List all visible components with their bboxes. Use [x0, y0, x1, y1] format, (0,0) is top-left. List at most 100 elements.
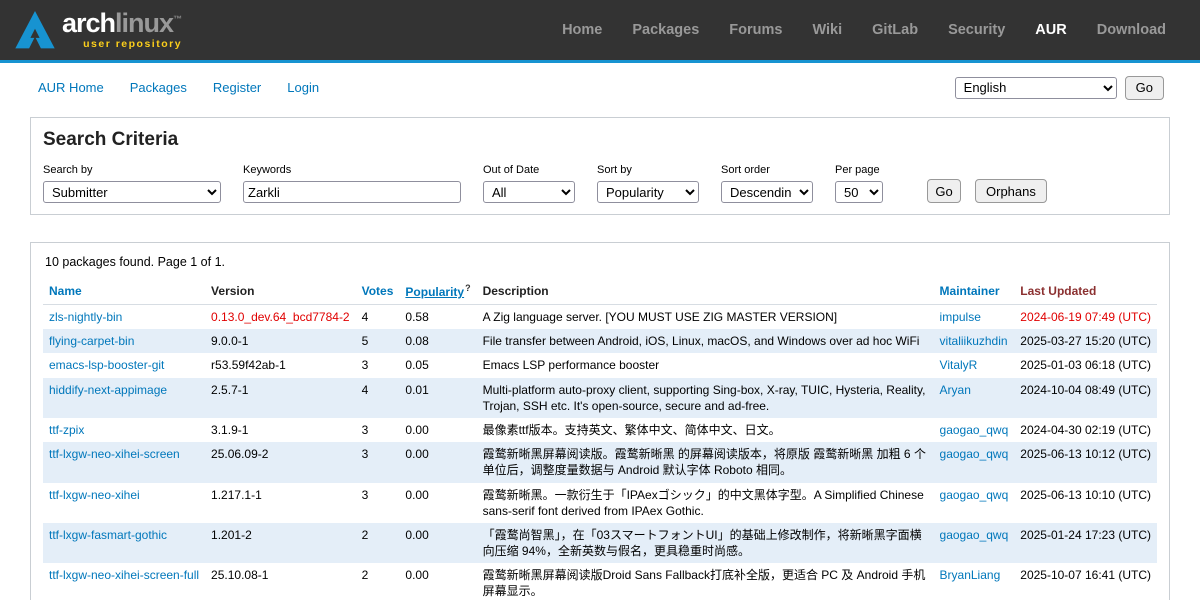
- maintainer-link[interactable]: gaogao_qwq: [940, 447, 1009, 461]
- column-header-popularity[interactable]: Popularity: [405, 285, 464, 299]
- package-votes: 5: [361, 334, 369, 349]
- table-row: zls-nightly-bin 0.13.0_dev.64_bcd7784-2 …: [43, 305, 1157, 330]
- nav-security[interactable]: Security: [948, 22, 1005, 38]
- out-of-date-select[interactable]: All: [483, 181, 575, 203]
- package-popularity: 0.58: [405, 310, 429, 324]
- logo-linux-text: linux: [115, 8, 174, 39]
- search-go-button[interactable]: Go: [927, 179, 961, 203]
- package-last-updated: 2025-06-13 10:12 (UTC): [1020, 447, 1151, 462]
- column-header-last-updated[interactable]: Last Updated: [1020, 284, 1096, 298]
- sort-by-label: Sort by: [597, 164, 632, 176]
- package-description: 霞鹜新晰黑屏幕阅读版Droid Sans Fallback打底补全版，更适合 P…: [482, 568, 926, 599]
- package-votes: 2: [361, 527, 369, 542]
- maintainer-link[interactable]: BryanLiang: [940, 568, 1001, 582]
- package-description: 霞鹜新晰黑屏幕阅读版。霞鹜新晰黑 的屏幕阅读版本，将原版 霞鹜新晰黑 加粗 6 …: [482, 447, 926, 478]
- search-criteria-box: Search Criteria Search by Submitter Keyw…: [30, 117, 1170, 215]
- package-link[interactable]: flying-carpet-bin: [49, 334, 134, 348]
- package-votes: 2: [361, 568, 369, 583]
- package-version: 0.13.0_dev.64_bcd7784-2: [211, 310, 350, 324]
- logo-subtitle: user repository: [83, 38, 183, 51]
- package-votes: 4: [361, 382, 369, 397]
- archlinux-logo[interactable]: archlinux™ user repository: [14, 9, 182, 51]
- maintainer-link[interactable]: VitalyR: [940, 358, 978, 372]
- package-description: 霞鹜新晰黑。一款衍生于「IPAexゴシック」的中文黑体字型。A Simplifi…: [482, 487, 924, 518]
- subnav-register[interactable]: Register: [213, 80, 261, 95]
- subnav-aur-home[interactable]: AUR Home: [38, 80, 104, 95]
- keywords-input[interactable]: [243, 181, 461, 203]
- package-search-form: Search by Submitter Keywords Out of Date…: [43, 164, 1157, 203]
- language-select[interactable]: English: [954, 76, 1117, 99]
- subnav-packages[interactable]: Packages: [130, 80, 187, 95]
- package-link[interactable]: ttf-lxgw-fasmart-gothic: [49, 528, 167, 542]
- table-row: ttf-zpix 3.1.9-1 3 0.00 最像素ttf版本。支持英文、繁体…: [43, 418, 1157, 442]
- sort-order-label: Sort order: [721, 164, 770, 176]
- maintainer-link[interactable]: vitaliikuzhdin: [940, 334, 1008, 348]
- package-link[interactable]: ttf-lxgw-neo-xihei-screen: [49, 447, 180, 461]
- package-version: r53.59f42ab-1: [211, 358, 286, 373]
- sort-order-select[interactable]: Descending: [721, 181, 813, 203]
- per-page-field: Per page 50: [835, 164, 883, 203]
- package-version: 1.217.1-1: [211, 487, 262, 502]
- package-link[interactable]: ttf-zpix: [49, 423, 84, 437]
- table-row: ttf-lxgw-neo-xihei-screen 25.06.09-2 3 0…: [43, 442, 1157, 483]
- search-by-select[interactable]: Submitter: [43, 181, 221, 203]
- nav-aur[interactable]: AUR: [1035, 22, 1066, 38]
- package-version: 9.0.0-1: [211, 334, 249, 349]
- top-navbar: archlinux™ user repository Home Packages…: [0, 0, 1200, 60]
- main-nav: Home Packages Forums Wiki GitLab Securit…: [562, 22, 1166, 38]
- column-header-description: Description: [476, 279, 934, 305]
- package-link[interactable]: ttf-lxgw-neo-xihei-screen-full: [49, 568, 199, 582]
- nav-download[interactable]: Download: [1097, 22, 1166, 38]
- out-of-date-label: Out of Date: [483, 164, 540, 176]
- maintainer-link[interactable]: gaogao_qwq: [940, 528, 1009, 542]
- package-popularity: 0.00: [405, 422, 429, 437]
- package-popularity: 0.00: [405, 568, 429, 583]
- keywords-field: Keywords: [243, 164, 461, 203]
- package-votes: 3: [361, 422, 369, 437]
- column-header-name[interactable]: Name: [49, 284, 82, 298]
- column-header-votes[interactable]: Votes: [362, 284, 394, 298]
- main-content: Search Criteria Search by Submitter Keyw…: [0, 112, 1200, 600]
- nav-wiki[interactable]: Wiki: [812, 22, 842, 38]
- column-header-maintainer[interactable]: Maintainer: [940, 284, 1000, 298]
- maintainer-link[interactable]: impulse: [940, 310, 981, 324]
- maintainer-link[interactable]: gaogao_qwq: [940, 488, 1009, 502]
- nav-packages[interactable]: Packages: [632, 22, 699, 38]
- table-row: ttf-lxgw-fasmart-gothic 1.201-2 2 0.00 「…: [43, 522, 1157, 564]
- nav-gitlab[interactable]: GitLab: [872, 22, 918, 38]
- table-header-row: Name Version Votes Popularity? Descripti…: [43, 279, 1157, 305]
- maintainer-link[interactable]: Aryan: [940, 383, 971, 397]
- package-last-updated: 2025-01-03 06:18 (UTC): [1020, 358, 1151, 373]
- orphans-button[interactable]: Orphans: [975, 179, 1047, 203]
- results-summary-top: 10 packages found. Page 1 of 1.: [45, 255, 225, 269]
- column-header-version: Version: [205, 279, 356, 305]
- per-page-select[interactable]: 50: [835, 181, 883, 203]
- nav-home[interactable]: Home: [562, 22, 602, 38]
- sort-by-select[interactable]: Popularity: [597, 181, 699, 203]
- package-version: 3.1.9-1: [211, 422, 249, 437]
- package-votes: 3: [361, 487, 369, 502]
- package-version: 1.201-2: [211, 527, 252, 542]
- package-link[interactable]: zls-nightly-bin: [49, 310, 122, 324]
- table-row: emacs-lsp-booster-git r53.59f42ab-1 3 0.…: [43, 353, 1157, 377]
- nav-forums[interactable]: Forums: [729, 22, 782, 38]
- table-row: ttf-lxgw-neo-xihei-screen-full 25.10.08-…: [43, 563, 1157, 600]
- language-go-button[interactable]: Go: [1124, 75, 1164, 100]
- package-votes: 3: [361, 447, 369, 462]
- subnav-login[interactable]: Login: [287, 80, 319, 95]
- search-results-box: 10 packages found. Page 1 of 1. Name Ver…: [30, 242, 1170, 600]
- package-last-updated: 2025-06-13 10:10 (UTC): [1020, 487, 1151, 502]
- package-popularity: 0.00: [405, 447, 429, 462]
- package-popularity: 0.08: [405, 334, 429, 349]
- package-votes: 4: [361, 310, 369, 324]
- maintainer-link[interactable]: gaogao_qwq: [940, 423, 1009, 437]
- search-by-field: Search by Submitter: [43, 164, 221, 203]
- sort-order-field: Sort order Descending: [721, 164, 813, 203]
- aur-subnav: AUR Home Packages Register Login English…: [0, 63, 1200, 112]
- package-link[interactable]: hiddify-next-appimage: [49, 383, 167, 397]
- logo-arch-text: arch: [62, 8, 116, 39]
- package-link[interactable]: emacs-lsp-booster-git: [49, 358, 164, 372]
- language-switcher: English Go: [954, 75, 1164, 100]
- table-row: ttf-lxgw-neo-xihei 1.217.1-1 3 0.00 霞鹜新晰…: [43, 483, 1157, 523]
- package-link[interactable]: ttf-lxgw-neo-xihei: [49, 488, 140, 502]
